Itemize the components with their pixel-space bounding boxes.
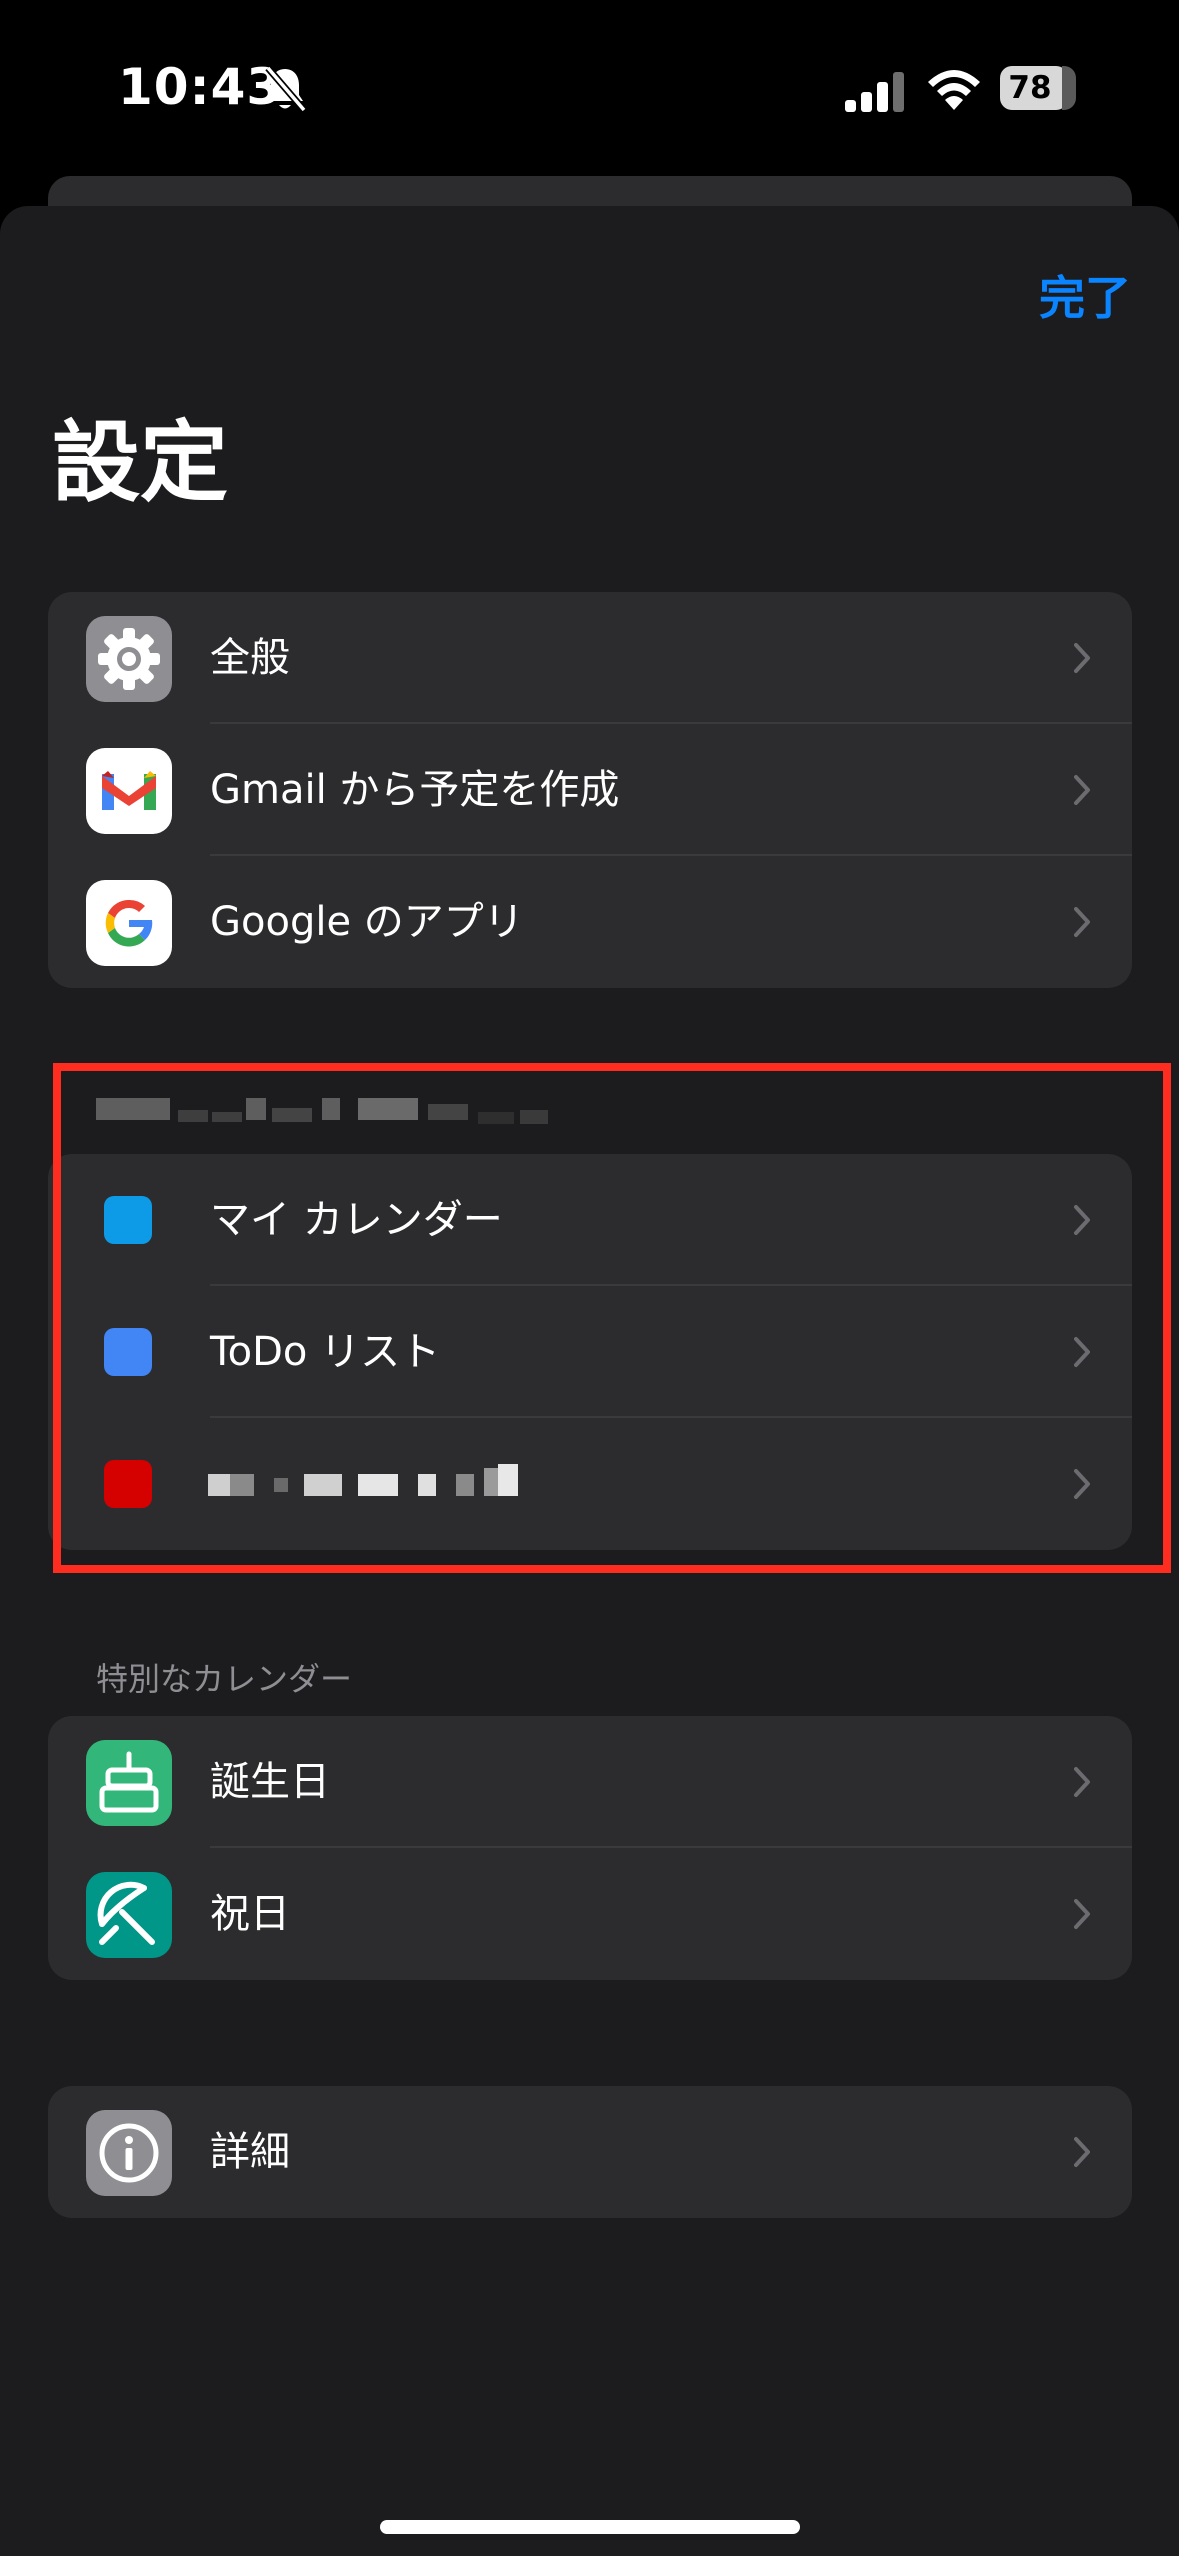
redacted-calendar-row[interactable] xyxy=(48,1418,1132,1550)
account-calendars-group: マイ カレンダー ToDo リスト xyxy=(48,1154,1132,1550)
gmail-events-row[interactable]: Gmail から予定を作成 xyxy=(48,724,1132,856)
special-calendars-header: 特別なカレンダー xyxy=(96,1660,353,1698)
chevron-right-icon xyxy=(1074,1767,1090,1797)
calendar-color-swatch xyxy=(104,1196,152,1244)
about-row[interactable]: 詳細 xyxy=(48,2086,1132,2218)
birthdays-row[interactable]: 誕生日 xyxy=(48,1716,1132,1848)
special-calendars-group: 誕生日 祝日 xyxy=(48,1716,1132,1980)
page-title: 設定 xyxy=(52,411,229,514)
general-label: 全般 xyxy=(210,635,290,681)
gmail-icon xyxy=(86,748,172,834)
google-apps-label: Google のアプリ xyxy=(210,899,524,945)
calendar-color-swatch xyxy=(104,1328,152,1376)
about-label: 詳細 xyxy=(210,2129,290,2175)
chevron-right-icon xyxy=(1074,1469,1090,1499)
holidays-row[interactable]: 祝日 xyxy=(48,1848,1132,1980)
google-icon xyxy=(86,880,172,966)
chevron-right-icon xyxy=(1074,1337,1090,1367)
birthdays-label: 誕生日 xyxy=(210,1759,330,1805)
gmail-events-label: Gmail から予定を作成 xyxy=(210,767,620,813)
holiday-umbrella-icon xyxy=(86,1872,172,1958)
chevron-right-icon xyxy=(1074,775,1090,805)
status-bar: 10:43 78 xyxy=(0,0,1179,170)
chevron-right-icon xyxy=(1074,1899,1090,1929)
my-calendar-row[interactable]: マイ カレンダー xyxy=(48,1154,1132,1286)
gear-icon xyxy=(86,616,172,702)
done-button[interactable]: 完了 xyxy=(1039,262,1131,328)
general-row[interactable]: 全般 xyxy=(48,592,1132,724)
about-group: 詳細 xyxy=(48,2086,1132,2218)
bell-slash-icon xyxy=(265,65,307,113)
todo-list-label: ToDo リスト xyxy=(210,1329,441,1375)
chevron-right-icon xyxy=(1074,643,1090,673)
chevron-right-icon xyxy=(1074,2137,1090,2167)
wifi-icon xyxy=(928,70,980,110)
info-icon xyxy=(86,2110,172,2196)
battery-icon: 78 xyxy=(1000,66,1076,110)
status-time: 10:43 xyxy=(118,58,283,116)
calendar-color-swatch xyxy=(104,1460,152,1508)
todo-list-row[interactable]: ToDo リスト xyxy=(48,1286,1132,1418)
battery-level: 78 xyxy=(1008,70,1052,106)
general-settings-group: 全般 Gmail から予定を作成 Google のアプリ xyxy=(48,592,1132,988)
my-calendar-label: マイ カレンダー xyxy=(210,1197,503,1243)
chevron-right-icon xyxy=(1074,1205,1090,1235)
cellular-signal-icon xyxy=(845,72,904,112)
chevron-right-icon xyxy=(1074,907,1090,937)
google-apps-row[interactable]: Google のアプリ xyxy=(48,856,1132,988)
holidays-label: 祝日 xyxy=(210,1891,290,1937)
birthday-cake-icon xyxy=(86,1740,172,1826)
home-indicator[interactable] xyxy=(380,2520,800,2534)
